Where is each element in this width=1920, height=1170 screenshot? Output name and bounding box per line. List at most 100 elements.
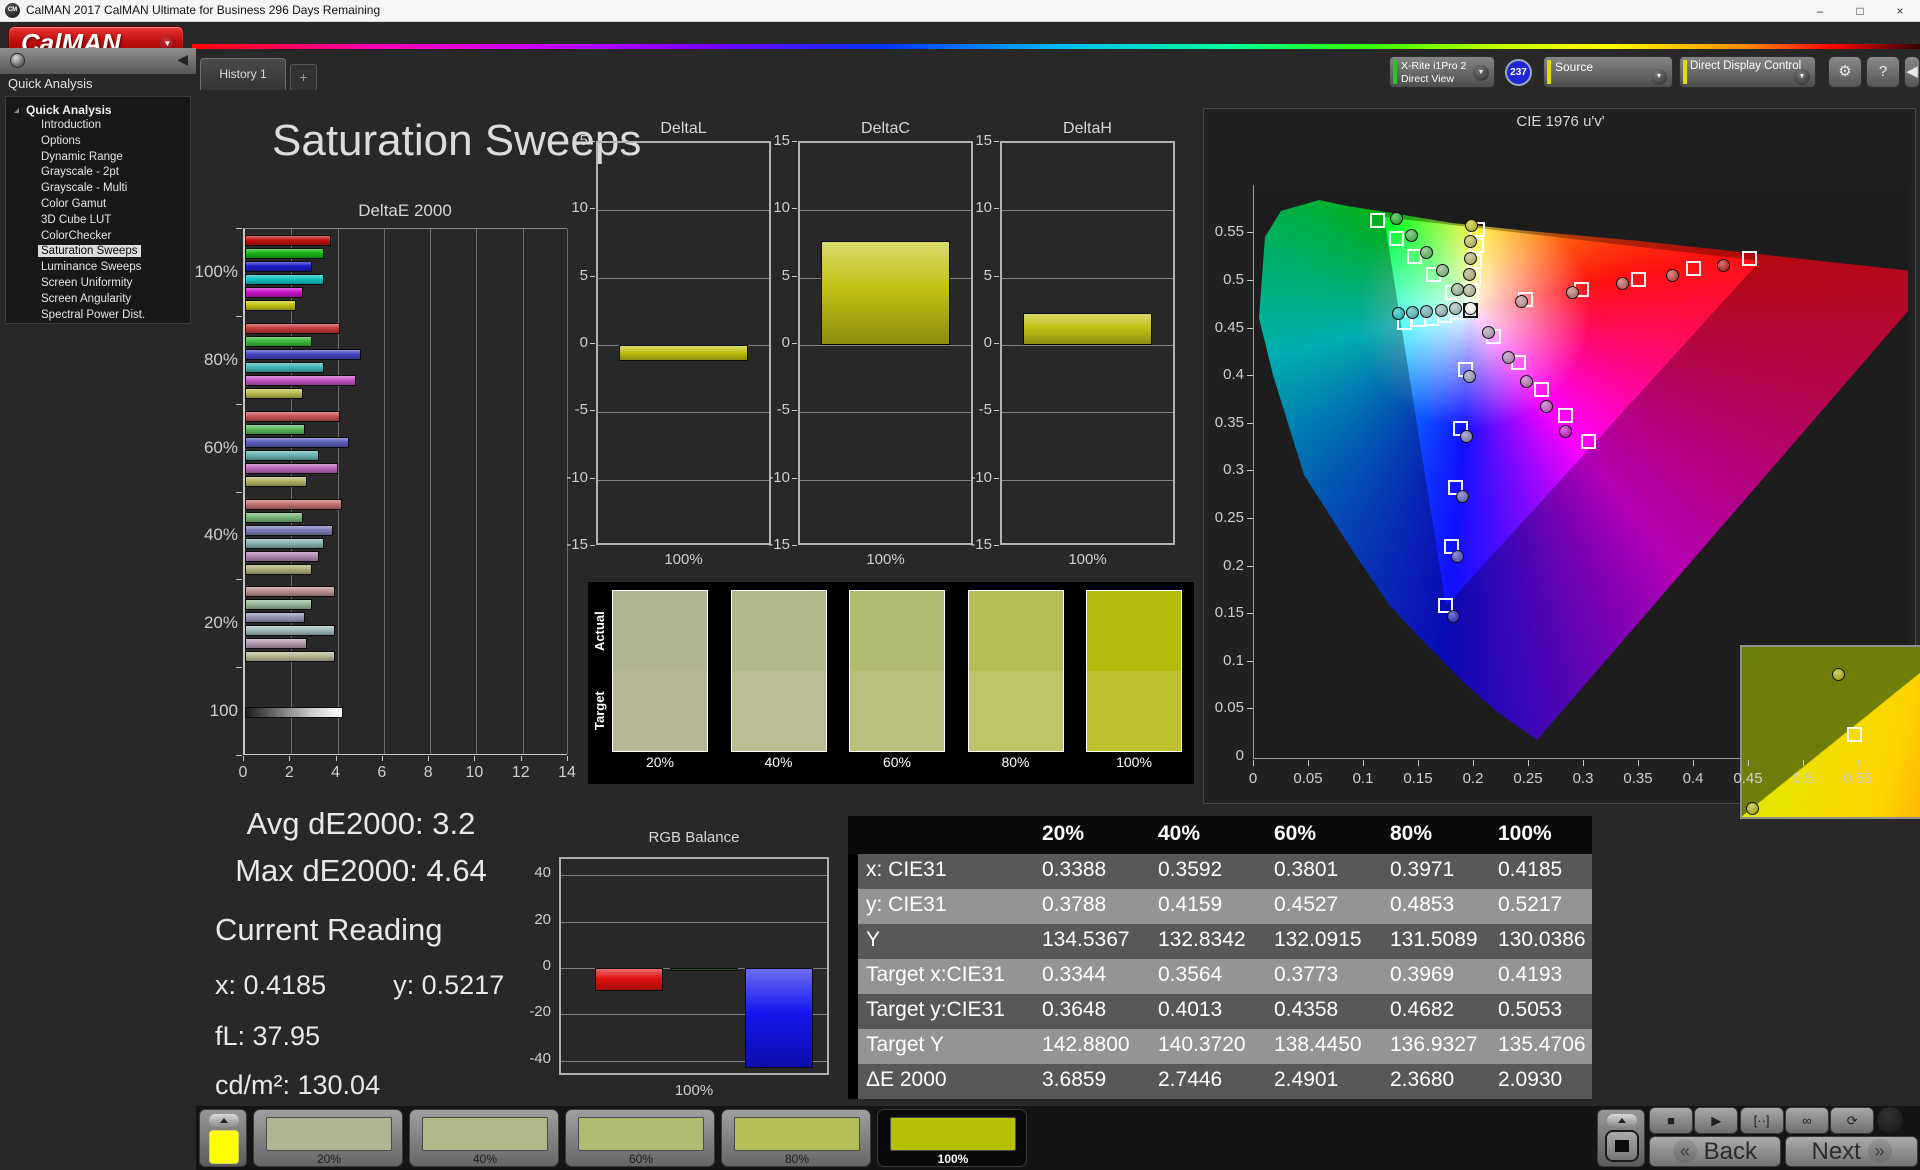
- sidebar-item-spectral-power-dist-[interactable]: Spectral Power Dist.: [12, 308, 190, 324]
- refresh-icon: ⟳: [1846, 1113, 1858, 1128]
- stop-measure-button[interactable]: [1605, 1130, 1639, 1162]
- swatch-target: [613, 671, 707, 751]
- add-tab-button[interactable]: +: [290, 64, 317, 90]
- y-tick-label: 10: [571, 199, 588, 217]
- sidebar-item-grayscale-multi[interactable]: Grayscale - Multi: [12, 181, 190, 197]
- close-button[interactable]: ×: [1880, 0, 1920, 22]
- current-y: y: 0.5217: [393, 970, 505, 1000]
- patch-tile-20%[interactable]: 20%: [253, 1109, 403, 1167]
- sidebar-item-colorchecker[interactable]: ColorChecker: [12, 229, 190, 245]
- gridline: [561, 921, 827, 923]
- rgb-bar-red: [595, 968, 663, 992]
- swatch-label: 100%: [1116, 754, 1152, 770]
- measurement-count-badge[interactable]: 237: [1505, 59, 1532, 86]
- refresh-button[interactable]: ⟳: [1830, 1107, 1875, 1134]
- sidebar-item-introduction[interactable]: Introduction: [12, 118, 190, 134]
- source-dropdown[interactable]: Source ▼: [1543, 56, 1673, 88]
- display-control-dropdown[interactable]: Direct Display Control ▼: [1679, 56, 1816, 88]
- range-button[interactable]: [··]: [1739, 1107, 1784, 1134]
- current-patch-tile[interactable]: [199, 1109, 247, 1167]
- current-fl: fL: 37.95: [215, 1021, 321, 1051]
- cie-target-square-red: [1741, 250, 1757, 266]
- deltae-bar-40%: [245, 498, 343, 510]
- y-tick-label: -10: [768, 468, 790, 486]
- cie-measured-circle-red: [1665, 268, 1679, 282]
- settings-button[interactable]: ⚙: [1828, 56, 1862, 88]
- stop-button[interactable]: ■: [1649, 1107, 1693, 1134]
- x-tick-label: 8: [423, 764, 433, 781]
- y-tick-label: -5: [574, 401, 588, 419]
- meter-dropdown[interactable]: X-Rite i1Pro 2 Direct View ▼: [1389, 56, 1495, 88]
- y-tick: [1247, 613, 1253, 615]
- stop-tile[interactable]: [1597, 1109, 1645, 1167]
- panel-collapse-button[interactable]: ◀: [1904, 56, 1920, 88]
- swatch-actual: [731, 591, 826, 671]
- y-tick-label: 5: [983, 266, 992, 284]
- radio-icon[interactable]: [10, 53, 25, 68]
- sidebar-item-screen-uniformity[interactable]: Screen Uniformity: [12, 276, 190, 292]
- sidebar-item-luminance-sweeps[interactable]: Luminance Sweeps: [12, 260, 190, 276]
- sidebar-item-grayscale-2pt[interactable]: Grayscale - 2pt: [12, 165, 190, 181]
- measurement-table: 20% 40% 60% 80% 100% x: CIE31 0.3388 0.3592 0.3…: [848, 816, 1592, 1099]
- current-reading-heading: Current Reading: [215, 912, 443, 947]
- maximize-button[interactable]: □: [1840, 0, 1880, 22]
- infinity-button[interactable]: ∞: [1784, 1107, 1829, 1134]
- cie-measured-circle-magenta: [1501, 350, 1515, 364]
- tab-history-1[interactable]: History 1: [200, 58, 286, 90]
- deltah-chart: DeltaH 15 10 5 0 -5 -10 -15 100%: [950, 120, 1180, 580]
- table-row: Target y:CIE31 0.3648 0.4013 0.4358 0.4682 0.…: [848, 994, 1592, 1029]
- x-tick: [1803, 760, 1804, 766]
- table-cell: 3.6859: [1042, 1068, 1107, 1091]
- infinity-icon: ∞: [1802, 1113, 1812, 1128]
- help-button[interactable]: ?: [1866, 56, 1900, 88]
- patch-tile-40%[interactable]: 40%: [409, 1109, 559, 1167]
- cie-measured-circle-blue: [1455, 489, 1469, 503]
- swatch-label: 60%: [882, 754, 912, 770]
- table-cell: 2.0930: [1498, 1068, 1563, 1091]
- sidebar-item-options[interactable]: Options: [12, 134, 190, 150]
- y-tick-label: -15: [566, 536, 588, 553]
- y-tick: [236, 403, 242, 405]
- table-cell: 130.0386: [1498, 928, 1586, 951]
- x-tick: [1363, 760, 1364, 766]
- deltae-bar-20%: [245, 612, 306, 624]
- x-tick: [1253, 760, 1254, 766]
- tree-root-quick-analysis[interactable]: Quick Analysis: [12, 102, 190, 118]
- patch-tile-60%[interactable]: 60%: [565, 1109, 715, 1167]
- y-tick-label: 0.35: [1214, 413, 1244, 431]
- source-status-stripe: [1547, 60, 1551, 84]
- y-tick: [1247, 232, 1253, 234]
- origin-label: 0: [1235, 747, 1244, 764]
- gridline: [1002, 277, 1173, 279]
- sidebar-collapse-icon[interactable]: ◀: [177, 51, 188, 68]
- x-tick-label: 0.35: [1623, 770, 1653, 787]
- play-button[interactable]: ▶: [1694, 1107, 1739, 1134]
- next-button[interactable]: Next »: [1785, 1136, 1918, 1167]
- expand-up-icon[interactable]: [1607, 1114, 1637, 1127]
- sidebar-item-3d-cube-lut[interactable]: 3D Cube LUT: [12, 213, 190, 229]
- patch-tile-label: 60%: [628, 1152, 654, 1166]
- sidebar-item-dynamic-range[interactable]: Dynamic Range: [12, 150, 190, 166]
- patch-tile-label: 80%: [784, 1152, 810, 1166]
- x-tick-label: 0.4: [1682, 770, 1704, 787]
- cie-target-square-magenta: [1533, 381, 1549, 397]
- patch-tile-80%[interactable]: 80%: [721, 1109, 871, 1167]
- minimize-button[interactable]: –: [1800, 0, 1840, 22]
- expand-up-icon[interactable]: [209, 1114, 239, 1127]
- y-tick: [792, 343, 797, 344]
- cie-measured-circle-yellow: [1463, 267, 1477, 281]
- sidebar-item-screen-angularity[interactable]: Screen Angularity: [12, 292, 190, 308]
- sidebar-item-saturation-sweeps[interactable]: Saturation Sweeps: [12, 244, 190, 260]
- patch-tile-100%[interactable]: 100%: [877, 1109, 1027, 1167]
- sidebar-item-color-gamut[interactable]: Color Gamut: [12, 197, 190, 213]
- cie-target-square-magenta: [1557, 407, 1573, 423]
- cie-measured-circle-green: [1435, 263, 1449, 277]
- deltae2000-chart: DeltaE 2000 0 2 4 6 8 10 12 14 100% 80% 60% 40% 20% 1…: [190, 200, 600, 800]
- y-tick: [1247, 375, 1253, 377]
- x-tick: [335, 756, 337, 761]
- table-cell: 0.4013: [1158, 998, 1223, 1021]
- table-cell: 0.4358: [1274, 998, 1339, 1021]
- table-row-label: Target Y: [866, 1033, 944, 1056]
- back-button[interactable]: « Back: [1649, 1136, 1781, 1167]
- deltae-bar-80%: [245, 387, 303, 399]
